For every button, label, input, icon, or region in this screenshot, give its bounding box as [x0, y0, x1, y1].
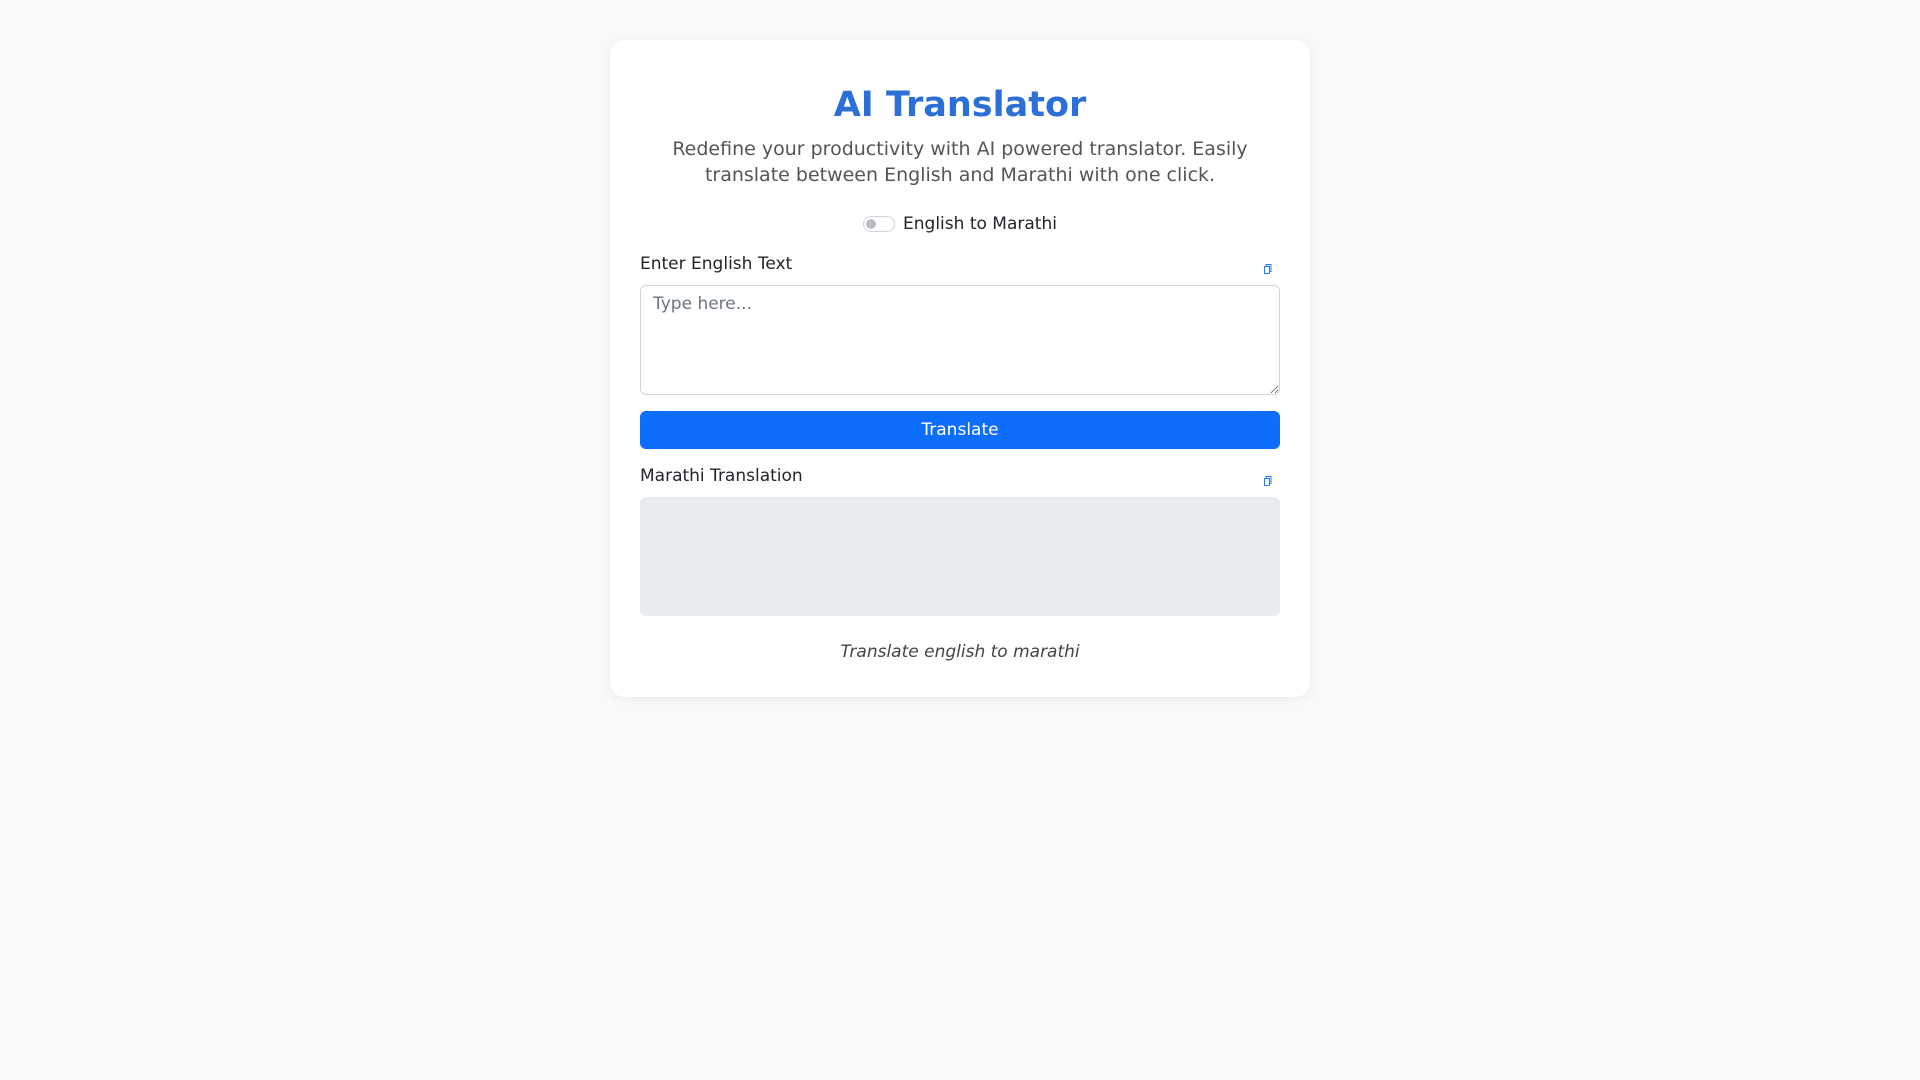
footer-note: Translate english to marathi: [840, 642, 1080, 662]
copy-icon[interactable]: [1264, 259, 1272, 274]
output-label: Marathi Translation: [640, 466, 803, 486]
page-title: AI Translator: [833, 85, 1087, 125]
input-label: Enter English Text: [640, 254, 793, 274]
english-text-input[interactable]: [640, 285, 1280, 395]
output-header: Marathi Translation: [640, 463, 1280, 489]
copy-icon[interactable]: [1264, 471, 1272, 486]
direction-toggle-label[interactable]: English to Marathi: [903, 214, 1057, 234]
direction-toggle-switch[interactable]: [863, 216, 896, 232]
direction-toggle-row: English to Marathi: [640, 211, 1280, 237]
page-subtitle: Redefine your productivity with AI power…: [672, 138, 1248, 186]
translator-card: AI Translator Redefine your productivity…: [610, 40, 1310, 697]
translate-button[interactable]: Translate: [640, 411, 1280, 449]
marathi-translation-output: [640, 497, 1280, 616]
toggle-knob: [866, 219, 877, 229]
input-header: Enter English Text: [640, 251, 1280, 277]
